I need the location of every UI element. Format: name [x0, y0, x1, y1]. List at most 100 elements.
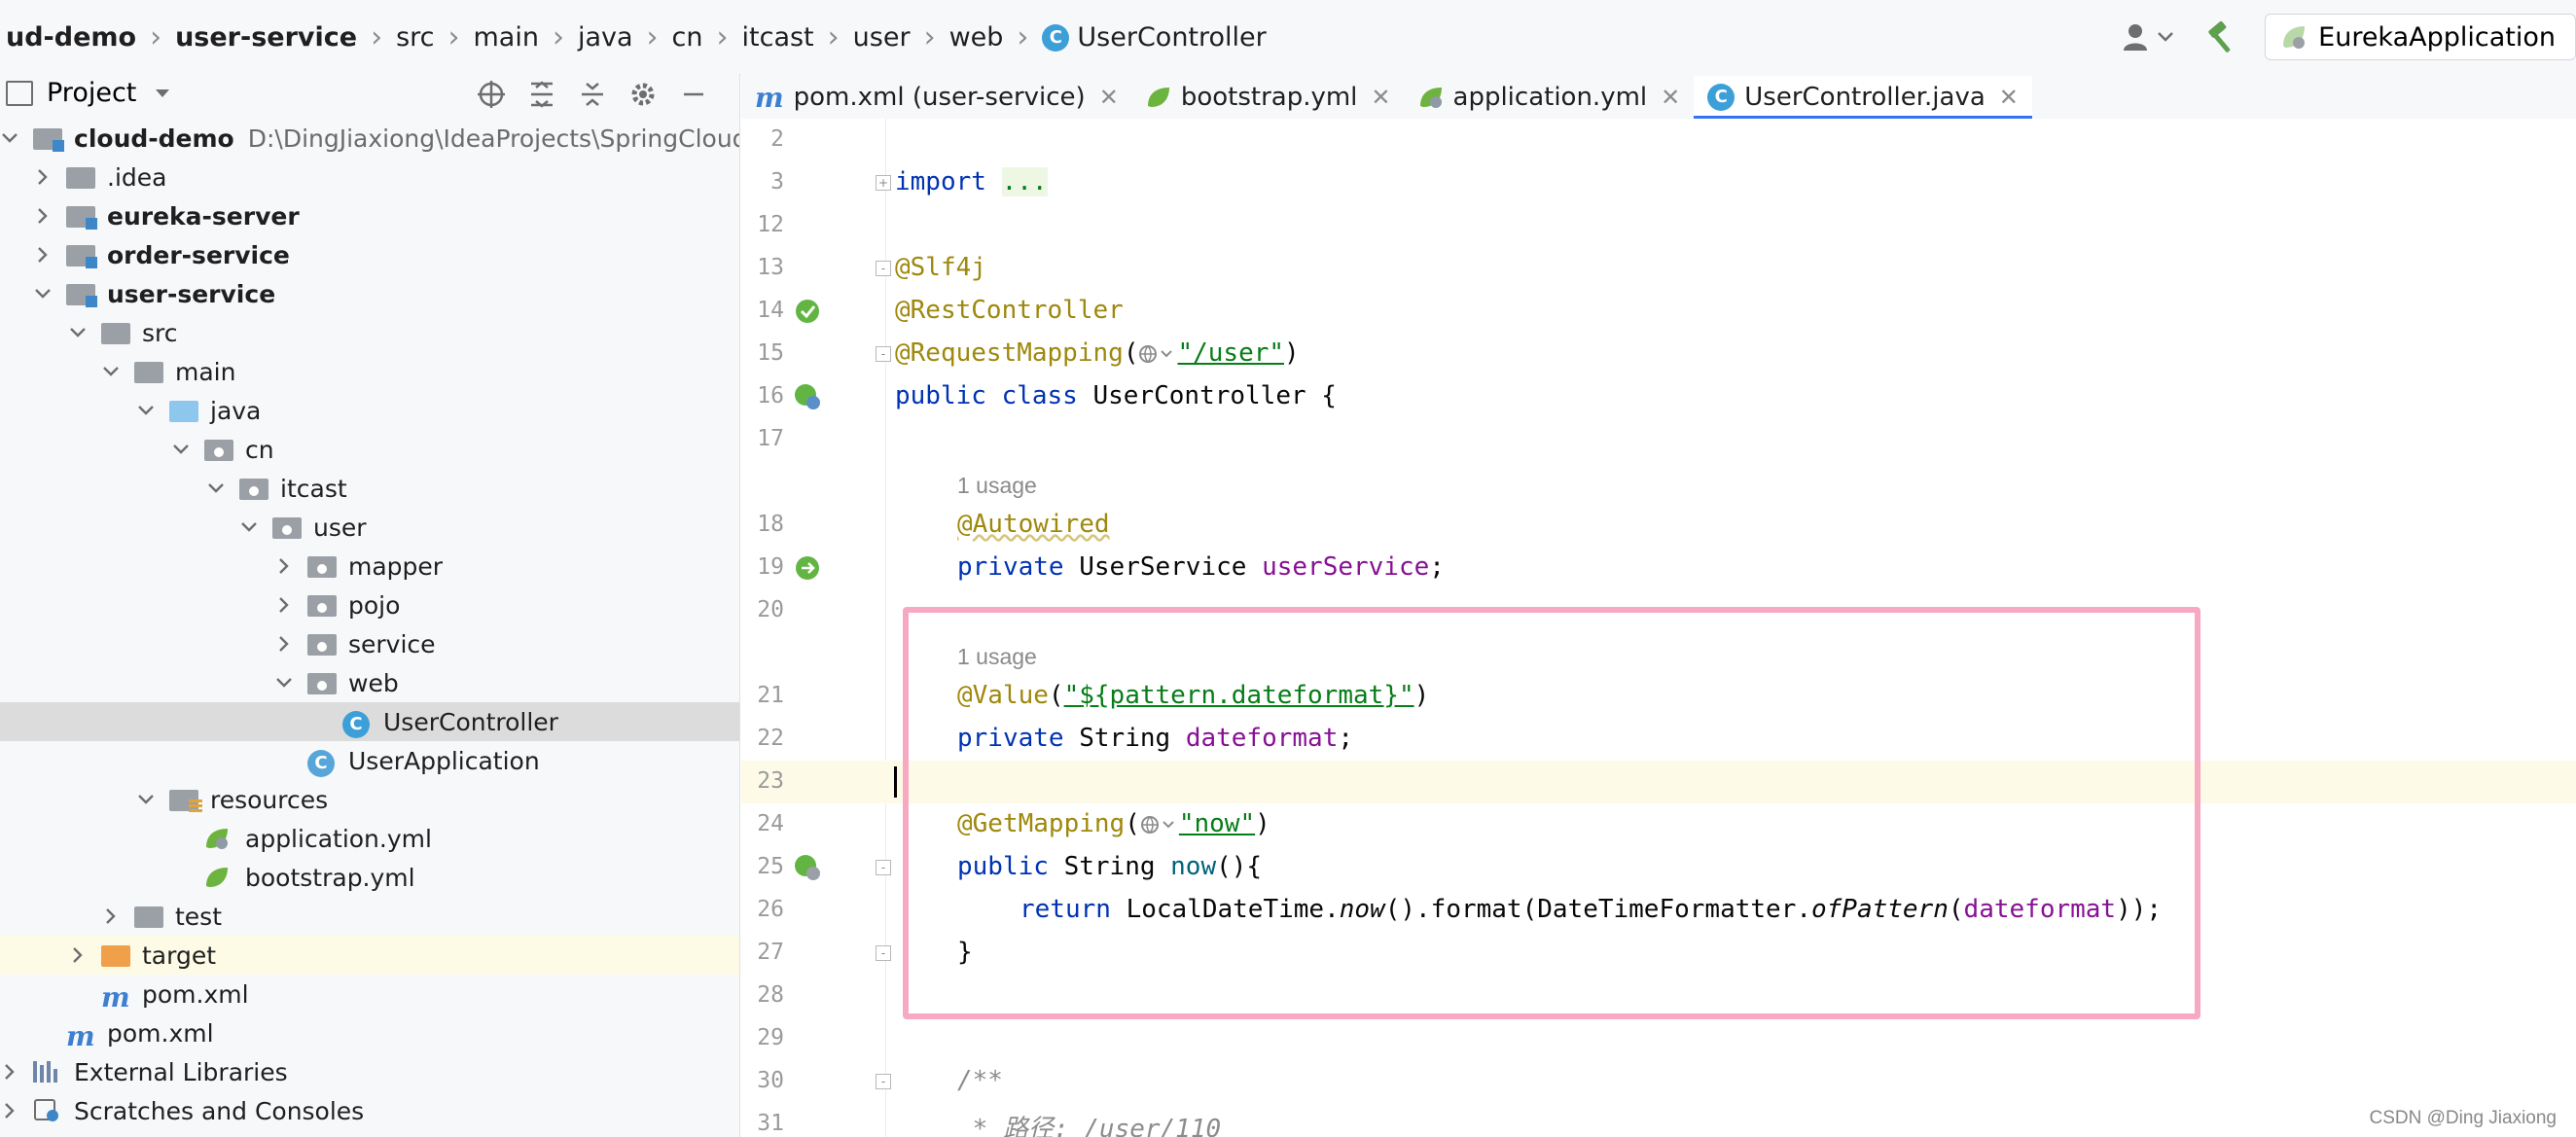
- chevron-right-icon[interactable]: [0, 1062, 19, 1082]
- tree-item-scratches[interactable]: Scratches and Consoles: [0, 1091, 739, 1130]
- tree-item-pom-xml[interactable]: m pom.xml: [0, 1013, 739, 1053]
- tree-item-test[interactable]: test: [0, 897, 739, 936]
- tree-item-external-libraries[interactable]: External Libraries: [0, 1052, 739, 1091]
- tree-item-label: target: [142, 941, 217, 970]
- chevron-down-icon[interactable]: [239, 517, 259, 537]
- tree-item-service[interactable]: service: [0, 624, 739, 663]
- chevron-down-icon[interactable]: [0, 128, 19, 148]
- breadcrumb-item[interactable]: user-service: [169, 22, 363, 53]
- tree-item-cn[interactable]: cn: [0, 430, 739, 469]
- usage-hint[interactable]: 1 usage: [957, 473, 1037, 499]
- import-statement[interactable]: import ...: [895, 167, 1048, 196]
- chevron-down-icon[interactable]: [206, 479, 226, 498]
- tree-item-eureka-server[interactable]: eureka-server: [0, 196, 739, 235]
- close-icon[interactable]: ✕: [1099, 84, 1119, 111]
- minimize-icon: [684, 92, 703, 96]
- globe-icon: [1139, 344, 1173, 363]
- spring-bean-gutter-icon[interactable]: [794, 383, 821, 410]
- tree-item-src[interactable]: src: [0, 313, 739, 352]
- fold-collapse-icon[interactable]: -: [876, 860, 891, 875]
- chevron-right-icon[interactable]: [101, 906, 121, 926]
- annotation-autowired[interactable]: @Autowired: [957, 510, 1110, 539]
- breadcrumb-item[interactable]: main: [468, 22, 545, 53]
- tree-item-idea[interactable]: .idea: [0, 158, 739, 196]
- settings-button[interactable]: [626, 78, 660, 111]
- tree-item-label: java: [210, 396, 262, 425]
- close-icon[interactable]: ✕: [1371, 84, 1390, 111]
- close-icon[interactable]: ✕: [1999, 84, 2019, 111]
- javadoc-comment-line[interactable]: * 路径: /user/110: [957, 1109, 1222, 1137]
- user-menu-button[interactable]: [2123, 22, 2175, 52]
- tree-item-pojo[interactable]: pojo: [0, 586, 739, 624]
- fold-collapse-icon[interactable]: -: [876, 1074, 891, 1089]
- spring-bean-gutter-icon[interactable]: [794, 298, 821, 325]
- javadoc-comment-open[interactable]: /**: [957, 1066, 1003, 1095]
- tab-usercontroller-java[interactable]: C UserController.java ✕: [1694, 76, 2032, 121]
- chevron-right-icon[interactable]: [33, 245, 53, 265]
- tree-item-application-yml[interactable]: application.yml: [0, 819, 739, 858]
- chevron-down-icon[interactable]: [136, 401, 156, 420]
- breadcrumb-item[interactable]: ud-demo: [0, 22, 142, 53]
- chevron-down-icon[interactable]: [171, 440, 191, 459]
- project-view-selector[interactable]: Project: [0, 78, 171, 108]
- endpoint-gutter-icon[interactable]: [794, 854, 821, 881]
- tree-item-mapper[interactable]: mapper: [0, 547, 739, 586]
- tree-item-usercontroller[interactable]: C UserController: [0, 702, 739, 741]
- field-userservice[interactable]: private UserService userService;: [957, 552, 1445, 582]
- fold-collapse-icon[interactable]: -: [876, 346, 891, 362]
- chevron-down-icon[interactable]: [136, 790, 156, 809]
- autowired-navigate-gutter-icon[interactable]: [794, 554, 821, 582]
- tree-item-user-service[interactable]: user-service: [0, 274, 739, 313]
- chevron-right-icon[interactable]: [33, 206, 53, 226]
- run-configuration-select[interactable]: EurekaApplication: [2265, 14, 2576, 60]
- line-number: 29: [757, 1025, 784, 1050]
- breadcrumb-item[interactable]: cn: [666, 22, 709, 53]
- tab-application-yml[interactable]: application.yml ✕: [1405, 76, 1695, 119]
- select-opened-file-button[interactable]: [475, 78, 508, 111]
- chevron-right-icon[interactable]: [68, 945, 88, 965]
- tab-bootstrap-yml[interactable]: bootstrap.yml ✕: [1132, 76, 1405, 119]
- breadcrumb-item-current[interactable]: C UserController: [1036, 22, 1271, 53]
- tree-item-resources[interactable]: resources: [0, 780, 739, 819]
- close-icon[interactable]: ✕: [1661, 84, 1680, 111]
- breadcrumb-item[interactable]: src: [390, 22, 440, 53]
- breadcrumb-item[interactable]: user: [847, 22, 916, 53]
- chevron-right-icon[interactable]: [0, 1101, 19, 1120]
- chevron-right-icon[interactable]: [274, 556, 294, 576]
- breadcrumb-item[interactable]: itcast: [736, 22, 820, 53]
- class-declaration[interactable]: public class UserController {: [895, 381, 1337, 410]
- fold-collapse-icon[interactable]: -: [876, 261, 891, 276]
- chevron-right-icon[interactable]: [274, 595, 294, 615]
- tree-item-cloud-demo[interactable]: cloud-demo D:\DingJiaxiong\IdeaProjects\…: [0, 119, 739, 158]
- tree-item-user[interactable]: user: [0, 508, 739, 547]
- chevron-down-icon[interactable]: [274, 673, 294, 693]
- chevron-right-icon[interactable]: [33, 167, 53, 187]
- chevron-down-icon[interactable]: [101, 362, 121, 381]
- tree-item-java[interactable]: java: [0, 391, 739, 430]
- code-line: 30 - /**: [741, 1060, 2576, 1103]
- collapse-all-button[interactable]: [576, 78, 609, 111]
- tree-item-order-service[interactable]: order-service: [0, 235, 739, 274]
- tree-item-main[interactable]: main: [0, 352, 739, 391]
- annotation-restcontroller[interactable]: @RestController: [895, 296, 1124, 325]
- hide-panel-button[interactable]: [677, 78, 710, 111]
- tree-item-web[interactable]: web: [0, 663, 739, 702]
- chevron-down-icon[interactable]: [33, 284, 53, 303]
- tree-item-bootstrap-yml[interactable]: bootstrap.yml: [0, 858, 739, 897]
- chevron-right-icon[interactable]: [274, 634, 294, 654]
- tab-pom-xml[interactable]: m pom.xml (user-service) ✕: [741, 76, 1132, 119]
- tree-item-pom-xml[interactable]: m pom.xml: [0, 975, 739, 1014]
- chevron-down-icon[interactable]: [68, 323, 88, 342]
- fold-expand-icon[interactable]: +: [876, 175, 891, 191]
- breadcrumb-item[interactable]: web: [944, 22, 1010, 53]
- tree-item-itcast[interactable]: itcast: [0, 469, 739, 508]
- fold-collapse-icon[interactable]: -: [876, 945, 891, 961]
- annotation-requestmapping[interactable]: @RequestMapping("/user"): [895, 338, 1300, 368]
- spring-boot-icon: [2283, 26, 2306, 49]
- breadcrumb-item[interactable]: java: [572, 22, 639, 53]
- build-hammer-icon[interactable]: [2202, 18, 2241, 56]
- expand-all-button[interactable]: [525, 78, 558, 111]
- tree-item-target[interactable]: target: [0, 936, 739, 975]
- annotation-slf4j[interactable]: @Slf4j: [895, 253, 986, 282]
- tree-item-userapplication[interactable]: C UserApplication: [0, 741, 739, 780]
